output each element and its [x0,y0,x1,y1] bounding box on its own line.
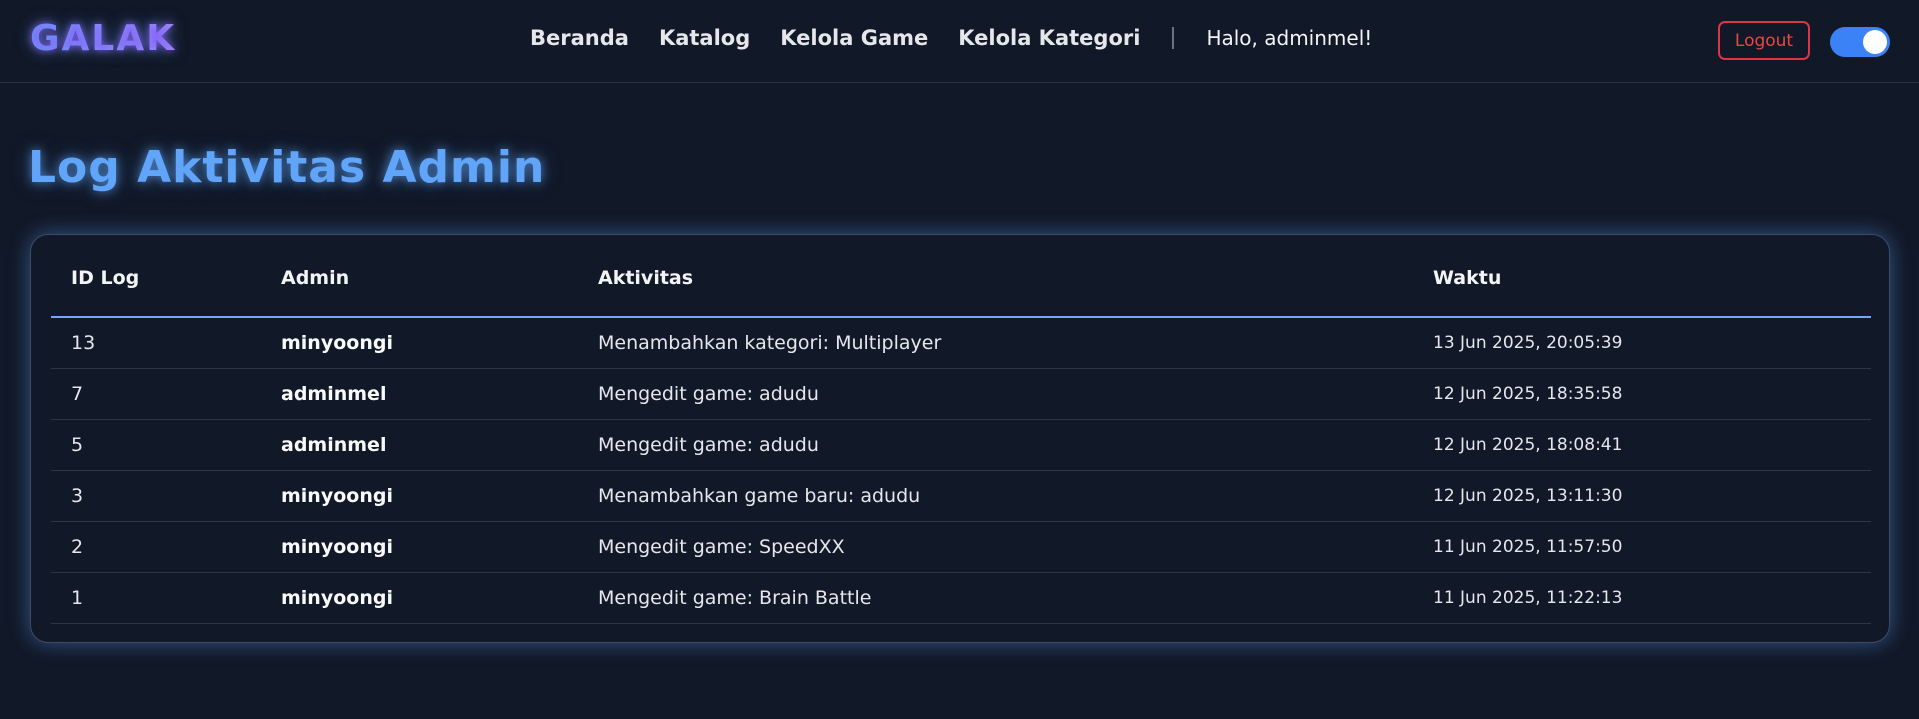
brand-logo[interactable]: GALAK [30,18,176,59]
logout-button[interactable]: Logout [1718,21,1810,60]
cell-activity: Mengedit game: adudu [578,419,1413,471]
navbar: GALAK Beranda Katalog Kelola Game Kelola… [0,0,1919,83]
cell-activity: Mengedit game: Brain Battle [578,572,1413,624]
cell-admin: minyoongi [261,317,578,369]
cell-time: 11 Jun 2025, 11:57:50 [1413,521,1871,573]
table-row: 2 minyoongi Mengedit game: SpeedXX 11 Ju… [51,521,1871,573]
cell-id: 2 [51,521,261,573]
theme-toggle[interactable] [1830,27,1890,57]
column-header-time: Waktu [1413,235,1871,318]
cell-activity: Mengedit game: SpeedXX [578,521,1413,573]
cell-id: 1 [51,572,261,624]
cell-id: 7 [51,368,261,420]
cell-admin: adminmel [261,368,578,420]
nav-divider [1172,27,1175,49]
cell-time: 12 Jun 2025, 18:08:41 [1413,419,1871,471]
column-header-activity: Aktivitas [578,235,1413,318]
cell-id: 13 [51,317,261,369]
cell-time: 12 Jun 2025, 18:35:58 [1413,368,1871,420]
table-header-row: ID Log Admin Aktivitas Waktu [51,235,1871,318]
page-title: Log Aktivitas Admin [28,142,546,193]
cell-admin: minyoongi [261,572,578,624]
nav-link-kelola-kategori[interactable]: Kelola Kategori [958,26,1140,50]
column-header-id: ID Log [51,235,261,318]
nav-link-kelola-game[interactable]: Kelola Game [780,26,928,50]
cell-activity: Menambahkan game baru: adudu [578,470,1413,522]
table-row: 5 adminmel Mengedit game: adudu 12 Jun 2… [51,419,1871,471]
column-header-admin: Admin [261,235,578,318]
table-row: 1 minyoongi Mengedit game: Brain Battle … [51,572,1871,624]
cell-time: 13 Jun 2025, 20:05:39 [1413,317,1871,369]
cell-admin: minyoongi [261,470,578,522]
cell-activity: Mengedit game: adudu [578,368,1413,420]
cell-time: 11 Jun 2025, 11:22:13 [1413,572,1871,624]
cell-id: 5 [51,419,261,471]
activity-log-card: ID Log Admin Aktivitas Waktu 13 minyoong… [30,234,1890,643]
activity-log-table: ID Log Admin Aktivitas Waktu 13 minyoong… [51,235,1871,624]
nav-links: Beranda Katalog Kelola Game Kelola Kateg… [530,26,1372,50]
table-row: 13 minyoongi Menambahkan kategori: Multi… [51,317,1871,369]
cell-admin: adminmel [261,419,578,471]
toggle-knob [1863,30,1887,54]
cell-id: 3 [51,470,261,522]
cell-activity: Menambahkan kategori: Multiplayer [578,317,1413,369]
nav-link-beranda[interactable]: Beranda [530,26,629,50]
nav-link-katalog[interactable]: Katalog [659,26,750,50]
cell-admin: minyoongi [261,521,578,573]
user-greeting: Halo, adminmel! [1206,26,1373,50]
cell-time: 12 Jun 2025, 13:11:30 [1413,470,1871,522]
table-row: 3 minyoongi Menambahkan game baru: adudu… [51,470,1871,522]
table-row: 7 adminmel Mengedit game: adudu 12 Jun 2… [51,368,1871,420]
